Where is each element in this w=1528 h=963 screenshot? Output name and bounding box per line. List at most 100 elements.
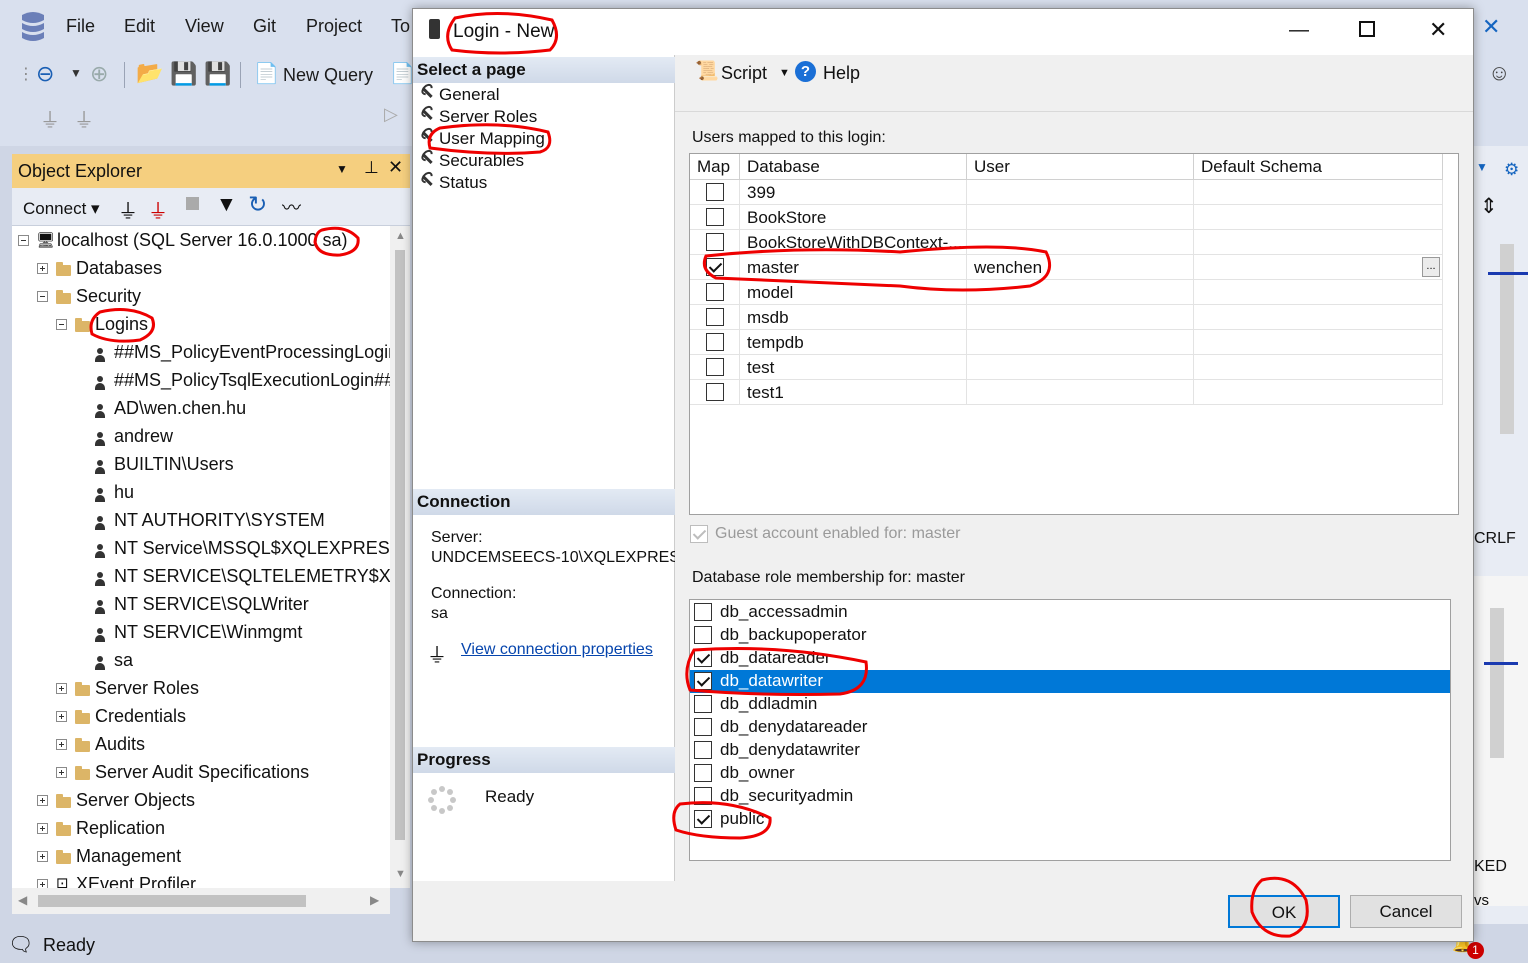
role-item[interactable]: db_backupoperator xyxy=(690,624,1450,647)
forward-icon[interactable]: ⊕ xyxy=(90,61,108,87)
tree-login-item[interactable]: sa xyxy=(114,650,133,671)
collapse-icon[interactable] xyxy=(56,319,67,330)
expand-icon[interactable] xyxy=(37,851,48,862)
map-checkbox[interactable] xyxy=(706,208,724,226)
tree-audits[interactable]: Audits xyxy=(95,734,145,755)
page-general[interactable]: General xyxy=(421,85,499,105)
menu-tools[interactable]: To xyxy=(391,16,410,37)
role-item[interactable]: db_securityadmin xyxy=(690,785,1450,808)
column-user[interactable]: User xyxy=(967,154,1194,180)
view-connection-properties-link[interactable]: View connection properties xyxy=(461,641,653,659)
grid-row[interactable]: test xyxy=(690,355,1443,380)
settings-icon[interactable]: ⚙ xyxy=(1504,160,1519,180)
page-status[interactable]: Status xyxy=(421,173,487,193)
menu-project[interactable]: Project xyxy=(306,16,362,37)
ok-button[interactable]: OK xyxy=(1228,895,1340,928)
column-default-schema[interactable]: Default Schema xyxy=(1194,154,1443,180)
grid-row[interactable]: master wenchen... xyxy=(690,255,1443,280)
role-item[interactable]: db_datareader xyxy=(690,647,1450,670)
disconnect-plug-icon[interactable]: ⏚ xyxy=(148,195,168,224)
map-checkbox[interactable] xyxy=(706,183,724,201)
grid-row[interactable]: BookStoreWithDBContext-... xyxy=(690,230,1443,255)
expand-icon[interactable] xyxy=(37,795,48,806)
script-dropdown-icon[interactable]: ▼ xyxy=(779,67,790,79)
expand-icon[interactable] xyxy=(37,879,48,888)
plug-icon[interactable]: ⏚ xyxy=(40,104,60,133)
pin-icon[interactable]: ⊥ xyxy=(364,158,379,178)
activity-icon[interactable]: 〰 xyxy=(282,193,301,220)
page-securables[interactable]: Securables xyxy=(421,151,524,171)
stop-icon[interactable] xyxy=(186,197,199,210)
grid-row[interactable]: msdb xyxy=(690,305,1443,330)
map-cell[interactable] xyxy=(690,330,740,355)
expand-icon[interactable] xyxy=(56,711,67,722)
tree-xevent-profiler[interactable]: XEvent Profiler xyxy=(76,874,196,888)
tree-login-item[interactable]: hu xyxy=(114,482,134,503)
tree-login-item[interactable]: NT AUTHORITY\SYSTEM xyxy=(114,510,325,531)
tree-databases[interactable]: Databases xyxy=(76,258,162,279)
tree-login-item[interactable]: NT Service\MSSQL$XQLEXPRESS03 xyxy=(114,538,390,559)
role-item[interactable]: db_denydatawriter xyxy=(690,739,1450,762)
expand-icon[interactable] xyxy=(37,823,48,834)
tree-login-item[interactable]: NT SERVICE\SQLTELEMETRY$XQLEXPRESS03 xyxy=(114,566,390,587)
maximize-icon[interactable] xyxy=(1359,21,1375,37)
map-cell[interactable] xyxy=(690,280,740,305)
expand-icon[interactable] xyxy=(56,767,67,778)
tree-login-item[interactable]: ##MS_PolicyTsqlExecutionLogin## xyxy=(114,370,390,391)
role-item[interactable]: db_owner xyxy=(690,762,1450,785)
role-item[interactable]: db_accessadmin xyxy=(690,601,1450,624)
map-cell[interactable] xyxy=(690,305,740,330)
split-icon[interactable]: ⇕ xyxy=(1480,194,1498,219)
role-item[interactable]: db_denydatareader xyxy=(690,716,1450,739)
tree-server-objects[interactable]: Server Objects xyxy=(76,790,195,811)
tree-login-item[interactable]: NT SERVICE\SQLWriter xyxy=(114,594,309,615)
tree-credentials[interactable]: Credentials xyxy=(95,706,186,727)
role-item[interactable]: db_datawriter xyxy=(690,670,1450,693)
tree-login-item[interactable]: NT SERVICE\Winmgmt xyxy=(114,622,302,643)
menu-file[interactable]: File xyxy=(66,16,95,37)
tree-login-item[interactable]: ##MS_PolicyEventProcessingLogin## xyxy=(114,342,390,363)
grid-row[interactable]: BookStore xyxy=(690,205,1443,230)
close-icon[interactable]: ✕ xyxy=(1482,14,1500,40)
role-item[interactable]: public xyxy=(690,808,1450,831)
role-checkbox[interactable] xyxy=(694,603,712,621)
new-query-button[interactable]: New Query xyxy=(283,65,373,86)
role-item[interactable]: db_ddladmin xyxy=(690,693,1450,716)
page-server-roles[interactable]: Server Roles xyxy=(421,107,537,127)
guest-checkbox[interactable] xyxy=(690,525,708,543)
role-checkbox[interactable] xyxy=(694,626,712,644)
expand-icon[interactable] xyxy=(37,263,48,274)
tree-horizontal-scrollbar[interactable]: ◀ ▶ xyxy=(12,888,390,914)
filter-icon[interactable]: ▼ xyxy=(216,193,237,217)
map-checkbox[interactable] xyxy=(706,358,724,376)
dialog-close-icon[interactable]: ✕ xyxy=(1429,17,1447,43)
pane-menu-icon[interactable]: ▼ xyxy=(336,162,348,176)
map-checkbox[interactable] xyxy=(706,383,724,401)
map-cell[interactable] xyxy=(690,205,740,230)
map-checkbox[interactable] xyxy=(706,233,724,251)
role-checkbox[interactable] xyxy=(694,741,712,759)
cancel-button[interactable]: Cancel xyxy=(1350,895,1462,928)
map-cell[interactable] xyxy=(690,180,740,205)
pane-close-icon[interactable]: ✕ xyxy=(388,157,403,178)
expand-icon[interactable] xyxy=(56,739,67,750)
execute-icon[interactable]: ▷ xyxy=(384,104,398,125)
role-checkbox[interactable] xyxy=(694,672,712,690)
tree-management[interactable]: Management xyxy=(76,846,181,867)
dropdown-icon[interactable]: ▼ xyxy=(1476,160,1488,174)
map-checkbox[interactable] xyxy=(706,258,724,276)
column-database[interactable]: Database xyxy=(740,154,967,180)
grid-row[interactable]: 399 xyxy=(690,180,1443,205)
tree-replication[interactable]: Replication xyxy=(76,818,165,839)
role-checkbox[interactable] xyxy=(694,764,712,782)
grid-row[interactable]: test1 xyxy=(690,380,1443,405)
open-folder-icon[interactable]: 📂 xyxy=(136,60,163,86)
menu-edit[interactable]: Edit xyxy=(124,16,155,37)
help-button[interactable]: Help xyxy=(823,63,860,84)
collapse-icon[interactable] xyxy=(18,235,29,246)
tree-server-roles[interactable]: Server Roles xyxy=(95,678,199,699)
refresh-icon[interactable]: ↻ xyxy=(248,191,267,218)
schema-browse-button[interactable]: ... xyxy=(1422,257,1440,277)
connect-plug-icon[interactable]: ⏚ xyxy=(118,195,138,224)
script-button[interactable]: Script xyxy=(721,63,767,84)
